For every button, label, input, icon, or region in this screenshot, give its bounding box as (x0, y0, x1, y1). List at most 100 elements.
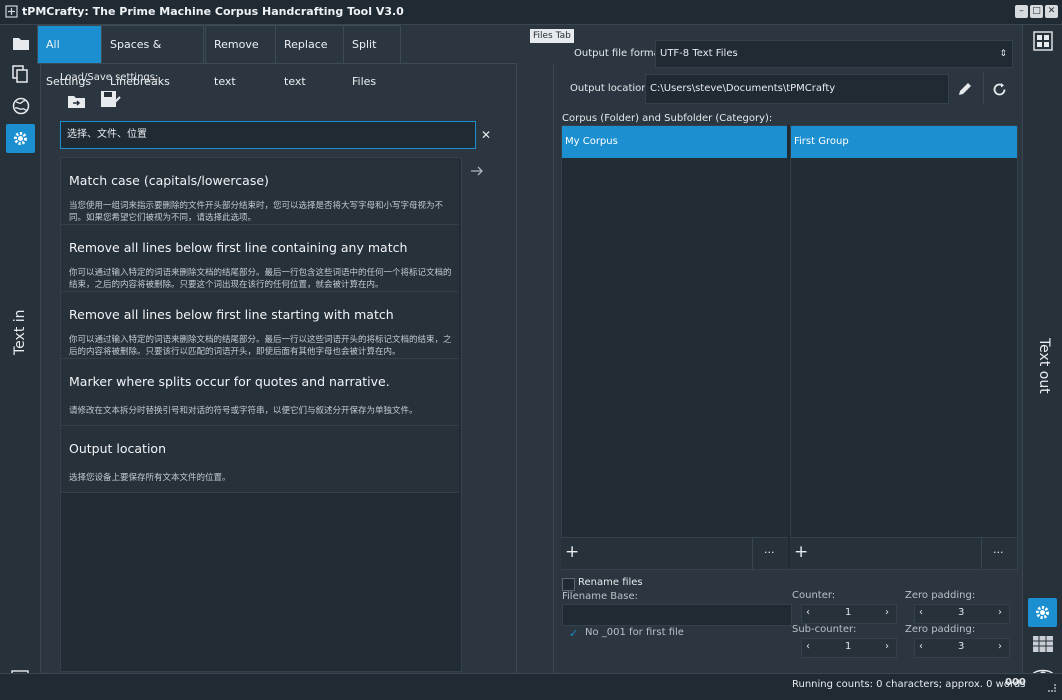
add-group-icon[interactable]: + (794, 542, 808, 562)
edit-pencil-icon[interactable] (957, 81, 973, 100)
load-settings-icon[interactable] (66, 90, 88, 112)
setting-title: Output location (69, 441, 166, 456)
globe-icon[interactable] (6, 91, 35, 120)
decrement-icon[interactable]: ‹ (919, 607, 923, 618)
field-divider (983, 73, 984, 105)
clear-search-icon[interactable]: ✕ (481, 128, 491, 142)
setting-description: 你可以通过输入特定的词语来删除文档的结尾部分。最后一行以这些词语开头的将标记文档… (69, 335, 452, 357)
close-button[interactable]: ✕ (1045, 5, 1058, 18)
group-list[interactable]: First Group (790, 125, 1018, 570)
setting-item[interactable]: Remove all lines below first line starti… (61, 292, 459, 359)
corpus-label: Corpus (Folder) and Subfolder (Category)… (562, 113, 773, 124)
settings-list: Match case (capitals/lowercase) 当您使用一组词来… (60, 157, 462, 672)
load-save-label: Load/Save settings: (60, 72, 159, 83)
zero-padding-value: 3 (958, 607, 965, 618)
setting-title: Remove all lines below first line starti… (69, 307, 394, 322)
app-icon (5, 5, 18, 18)
corpus-list-footer: + ··· (561, 537, 788, 569)
window-title: tPMCrafty: The Prime Machine Corpus Hand… (22, 5, 404, 18)
running-counts-text: Running counts: 0 characters; approx. 0 … (792, 679, 1026, 690)
folder-icon[interactable] (6, 29, 35, 58)
files-tab-tooltip: Files Tab (530, 29, 574, 43)
left-sidebar: Text in (0, 25, 41, 688)
tab-replace-text[interactable]: Replace text (275, 25, 347, 88)
checkmark-icon[interactable]: ✓ (569, 627, 578, 640)
setting-title: Marker where splits occur for quotes and… (69, 374, 390, 389)
group-more-icon[interactable]: ··· (993, 546, 1004, 559)
setting-item[interactable]: Output location 选择您设备上要保存所有文本文件的位置。 (61, 426, 459, 493)
setting-description: 当您使用一组词来指示要删除的文件开头部分结束时，您可以选择是否将大写字母和小写字… (69, 201, 444, 223)
save-settings-icon[interactable] (100, 89, 122, 111)
panel-divider[interactable] (553, 63, 554, 673)
right-sidebar: Text out (1022, 25, 1062, 681)
tab-divider (40, 63, 516, 64)
sub-counter-label: Sub-counter: (792, 624, 857, 635)
setting-description: 选择您设备上要保存所有文本文件的位置。 (69, 473, 231, 483)
tab-remove-text[interactable]: Remove text (205, 25, 277, 88)
group-list-item-selected[interactable]: First Group (791, 126, 1017, 158)
counter-label: Counter: (792, 590, 836, 601)
arrow-right-icon[interactable] (470, 165, 484, 180)
increment-icon[interactable]: › (998, 607, 1002, 618)
filename-base-label: Filename Base: (562, 591, 638, 602)
add-corpus-icon[interactable]: + (565, 542, 579, 562)
output-settings-gear-icon[interactable] (1028, 598, 1057, 627)
corpus-list[interactable]: My Corpus (561, 125, 789, 570)
setting-item[interactable]: Remove all lines below first line contai… (61, 225, 459, 292)
decrement-icon[interactable]: ‹ (919, 641, 923, 652)
increment-icon[interactable]: › (885, 607, 889, 618)
minimize-button[interactable]: – (1015, 5, 1028, 18)
rename-files-label: Rename files (578, 577, 643, 588)
copy-files-icon[interactable] (6, 59, 35, 88)
table-icon[interactable] (1032, 635, 1054, 653)
sub-counter-spinbox[interactable]: ‹ 1 › (801, 638, 897, 658)
filename-base-input[interactable] (562, 604, 792, 626)
title-bar: tPMCrafty: The Prime Machine Corpus Hand… (0, 0, 1062, 25)
text-in-label[interactable]: Text in (12, 309, 28, 355)
setting-title: Match case (capitals/lowercase) (69, 173, 269, 188)
corpus-more-icon[interactable]: ··· (764, 546, 775, 559)
tab-spaces-linebreaks[interactable]: Spaces & Linebreaks (101, 25, 204, 88)
zero-padding-label: Zero padding: (905, 590, 976, 601)
no001-label: No _001 for first file (585, 627, 684, 638)
status-bar: Running counts: 0 characters; approx. 0 … (0, 673, 1062, 700)
output-format-label: Output file format: (574, 48, 668, 59)
zero-padding-spinbox[interactable]: ‹ 3 › (914, 604, 1010, 624)
maximize-button[interactable]: □ (1030, 5, 1043, 18)
setting-title: Remove all lines below first line contai… (69, 240, 408, 255)
footer-divider (981, 538, 982, 569)
setting-item[interactable]: Marker where splits occur for quotes and… (61, 359, 459, 426)
increment-icon[interactable]: › (885, 641, 889, 652)
output-location-field[interactable]: C:\Users\steve\Documents\tPMCrafty (645, 74, 949, 104)
list-splitter[interactable] (787, 125, 790, 568)
counter-spinbox[interactable]: ‹ 1 › (801, 604, 897, 624)
collapse-panels-icon[interactable] (1033, 31, 1053, 51)
panel-divider[interactable] (516, 63, 517, 673)
tab-split-files[interactable]: Split Files (343, 25, 401, 88)
zero-padding-label: Zero padding: (905, 624, 976, 635)
counts-badge: 000 (1005, 677, 1026, 688)
resize-grip-icon[interactable] (1048, 684, 1056, 692)
corpus-list-item-selected[interactable]: My Corpus (562, 126, 788, 158)
sub-counter-value: 1 (845, 641, 852, 652)
refresh-icon[interactable] (992, 82, 1007, 100)
setting-description: 你可以通过输入特定的词语来删除文档的结尾部分。最后一行包含这些词语中的任何一个将… (69, 268, 452, 290)
select-arrows-icon: ⇕ (999, 49, 1007, 59)
output-location-label: Output location: (570, 83, 651, 94)
zero-padding-spinbox[interactable]: ‹ 3 › (914, 638, 1010, 658)
rename-files-checkbox[interactable] (562, 578, 575, 591)
zero-padding-value: 3 (958, 641, 965, 652)
output-format-select[interactable]: UTF-8 Text Files ⇕ (655, 40, 1013, 68)
decrement-icon[interactable]: ‹ (806, 607, 810, 618)
output-format-value: UTF-8 Text Files (660, 48, 738, 59)
decrement-icon[interactable]: ‹ (806, 641, 810, 652)
group-list-footer: + ··· (790, 537, 1017, 569)
increment-icon[interactable]: › (998, 641, 1002, 652)
settings-gear-icon[interactable] (6, 124, 35, 153)
settings-search-input[interactable]: 选择、文件、位置 (60, 121, 476, 149)
setting-item[interactable]: Match case (capitals/lowercase) 当您使用一组词来… (61, 158, 459, 225)
footer-divider (752, 538, 753, 569)
text-out-label[interactable]: Text out (1036, 338, 1052, 394)
tab-all-settings[interactable]: All Settings (37, 25, 103, 88)
counter-value: 1 (845, 607, 852, 618)
